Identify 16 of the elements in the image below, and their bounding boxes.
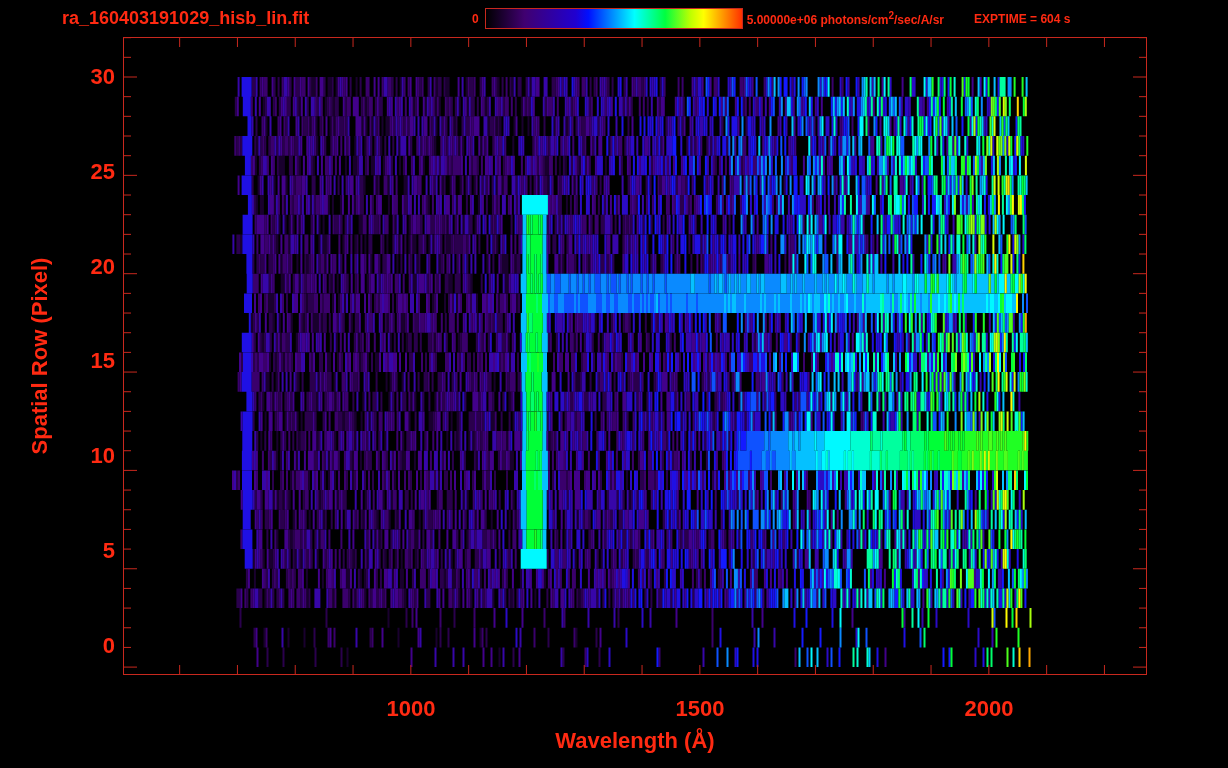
- y-tick-label: 10: [90, 445, 115, 468]
- x-tick-label: 1000: [385, 697, 437, 721]
- y-axis-label: Spatial Row (Pixel): [27, 257, 53, 455]
- x-tick-label: 2000: [963, 697, 1015, 721]
- y-tick-label: 30: [90, 66, 115, 88]
- y-tick-label: 0: [102, 634, 115, 657]
- colorbar-max-label: 5.00000e+06 photons/cm$^{2}$/sec/A/sr: [746, 10, 945, 27]
- y-tick-label: 15: [90, 350, 115, 373]
- y-tick-label: 25: [90, 160, 115, 183]
- x-axis-label: Wavelength (Å): [555, 728, 715, 754]
- y-tick-label: 20: [90, 255, 115, 278]
- file-name: ra_160403191029_hisb_lin.fit: [62, 8, 311, 29]
- exposure-time: EXPTIME = 604 s: [974, 11, 1071, 26]
- x-tick-label: 1500: [674, 697, 726, 721]
- y-tick-label: 5: [102, 540, 115, 563]
- colorbar-min-label: 0: [472, 11, 479, 26]
